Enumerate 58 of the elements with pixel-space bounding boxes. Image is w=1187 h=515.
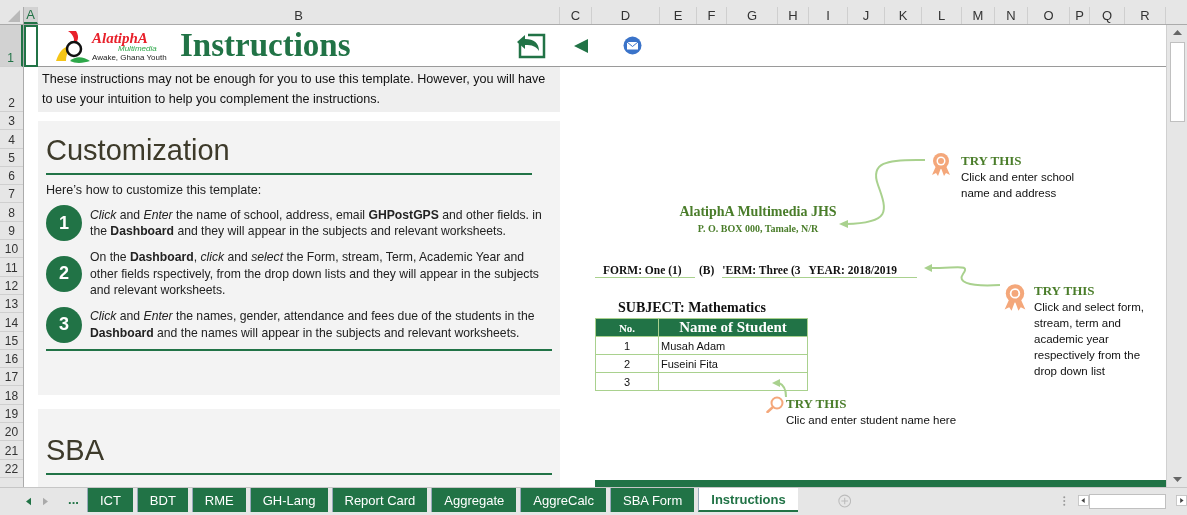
- section-heading: SBA: [46, 433, 106, 468]
- tip-text: Clic and enter student name here: [786, 413, 958, 428]
- previous-sheet-icon[interactable]: [26, 497, 32, 506]
- stream-value[interactable]: (B): [699, 264, 715, 278]
- sheet-tab[interactable]: Aggregate: [431, 488, 517, 512]
- sheet-tab[interactable]: ICT: [86, 488, 133, 512]
- sheet-tab[interactable]: Report Card: [331, 488, 428, 512]
- step-number: 3: [46, 306, 82, 343]
- scroll-right-icon[interactable]: [1176, 494, 1187, 507]
- step-text: On the Dashboard, click and select the Form, stream, Term, Academic Year and other fields rspectively, from the drop down lists and they will appear in the subjects and relevant worksheets.: [90, 249, 540, 299]
- table-cell: 3: [595, 372, 659, 391]
- search-icon: [766, 396, 784, 413]
- sheet-tab[interactable]: SBA Form: [610, 488, 695, 512]
- table-cell: 2: [595, 354, 659, 373]
- year-value[interactable]: YEAR: 2018/2019: [808, 264, 897, 276]
- logo-tagline: Awake, Ghana Youth: [92, 52, 167, 62]
- term-value[interactable]: 'ERM: Three (3: [722, 264, 801, 276]
- connector-arrow: [772, 379, 787, 398]
- step-number: 2: [46, 255, 82, 292]
- intro-text: These instructions may not be enough for you to use this template. However, you will have to use your intuition to help you complement the instructions.: [38, 67, 560, 112]
- sheet-tab[interactable]: AggreCalc: [520, 488, 606, 512]
- table-cell[interactable]: Musah Adam: [658, 336, 808, 355]
- selected-cell[interactable]: [24, 25, 38, 67]
- horizontal-scrollbar[interactable]: [1088, 494, 1167, 509]
- step-text: Click and Enter the names, gender, attendance and fees due of the students in the Dashboard and the names will appear in the subjects and relevant worksheets.: [90, 308, 536, 341]
- tip-title: TRY THIS: [786, 396, 848, 412]
- row-header[interactable]: 1: [0, 25, 23, 67]
- scroll-left-icon[interactable]: [1077, 494, 1089, 507]
- sheet-tab[interactable]: RME: [191, 488, 246, 512]
- step-text: Click and Enter the name of school, address, email GHPostGPS and other fields. in the Dashboard and they will appear in the subjects and relevant worksheets.: [90, 206, 542, 240]
- scroll-up-icon[interactable]: [1172, 30, 1182, 35]
- table-cell: 1: [595, 336, 659, 355]
- scroll-thumb[interactable]: [1169, 42, 1185, 122]
- tip-title: TRY THIS: [1034, 283, 1096, 299]
- section-heading: Customization: [46, 133, 231, 168]
- sheet-title: Instructions: [180, 27, 351, 64]
- sheet-tab[interactable]: BDT: [136, 488, 188, 512]
- form-value[interactable]: FORM: One (1): [603, 264, 682, 276]
- lead-text: Here’s how to customize this template:: [46, 183, 263, 197]
- sheet-tab[interactable]: GH-Lang: [249, 488, 328, 512]
- return-icon[interactable]: [515, 32, 546, 59]
- scroll-down-icon[interactable]: [1172, 477, 1182, 482]
- more-sheets-button[interactable]: ...: [68, 492, 79, 507]
- school-name[interactable]: AlatiphA Multimedia JHS: [658, 204, 858, 220]
- column-header[interactable]: A: [24, 7, 38, 24]
- tip-title: TRY THIS: [961, 153, 1023, 169]
- school-address[interactable]: P. O. BOX 000, Tamale, N/R: [658, 223, 858, 234]
- table-header: Name of Student: [658, 318, 808, 337]
- tip-text: Click and enter school name and address: [961, 170, 1076, 201]
- table-cell[interactable]: Fuseini Fita: [658, 354, 808, 373]
- subject-label: SUBJECT: Mathematics: [618, 300, 766, 316]
- sheet-tab[interactable]: Instructions: [698, 488, 798, 512]
- mail-icon[interactable]: [622, 36, 642, 55]
- table-cell[interactable]: [658, 372, 808, 391]
- step-number: 1: [46, 205, 82, 241]
- back-arrow-icon[interactable]: [573, 38, 588, 53]
- table-header: No.: [595, 318, 659, 337]
- tip-text: Click and select form, stream, term and academic year respectively from the drop down list: [1034, 300, 1145, 379]
